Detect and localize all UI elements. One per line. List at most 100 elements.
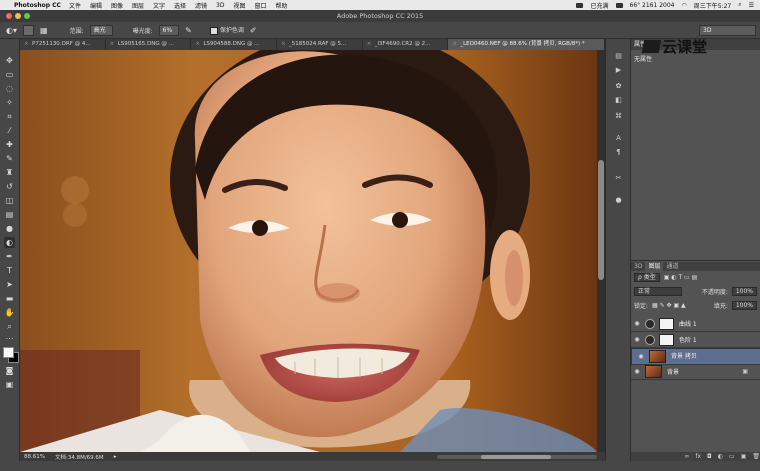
actions-panel-icon[interactable]: ▶ (613, 65, 624, 75)
menu-layer[interactable]: 图层 (132, 1, 144, 10)
link-layers-icon[interactable]: ∞ (684, 453, 689, 460)
notification-icon[interactable]: ☰ (749, 2, 754, 9)
layer-name[interactable]: 背景 (667, 367, 679, 376)
new-layer-icon[interactable]: ▣ (741, 453, 747, 460)
menu-window[interactable]: 窗口 (255, 1, 267, 10)
menu-select[interactable]: 选择 (174, 1, 186, 10)
document-tab[interactable]: LS905165.DNG @ ... (106, 39, 192, 50)
layer-mask-thumbnail[interactable] (659, 317, 674, 330)
eraser-tool-icon[interactable]: ◫ (4, 195, 15, 206)
workspace-select[interactable]: 3D (699, 24, 756, 36)
document-tab[interactable]: _5185024.RAF @ 5... (277, 39, 363, 50)
minimize-window-button[interactable] (15, 13, 21, 19)
tools-preset-icon[interactable]: ✂ (613, 173, 624, 183)
move-tool-icon[interactable]: ✥ (4, 55, 15, 66)
brush-tool-icon[interactable]: ✎ (4, 153, 15, 164)
quick-mask-icon[interactable]: ◙ (4, 365, 15, 376)
close-window-button[interactable] (6, 13, 12, 19)
lasso-tool-icon[interactable]: ◌ (4, 83, 15, 94)
hand-tool-icon[interactable]: ✋ (4, 307, 15, 318)
paragraph-panel-icon[interactable]: ¶ (613, 147, 624, 157)
app-menu[interactable]: Photoshop CC (14, 2, 61, 9)
canvas-horizontal-scrollbar[interactable] (437, 454, 597, 459)
layer-kind-filter[interactable]: ρ 类型 (634, 273, 660, 282)
add-mask-icon[interactable]: ◘ (707, 453, 712, 460)
marquee-tool-icon[interactable]: ▭ (4, 69, 15, 80)
protect-tones-checkbox[interactable] (209, 26, 218, 35)
protect-tones-option[interactable]: 保护色调 (209, 25, 244, 35)
menu-edit[interactable]: 编辑 (90, 1, 102, 10)
healing-brush-tool-icon[interactable]: ✚ (4, 139, 15, 150)
menu-view[interactable]: 视图 (233, 1, 245, 10)
document-canvas[interactable]: ➷ (20, 50, 597, 452)
paths-panel-icon[interactable]: ⌘ (613, 111, 624, 121)
layer-row[interactable]: ◉ 曲线 1 (631, 316, 760, 332)
new-group-icon[interactable]: ▭ (729, 453, 735, 460)
menu-3d[interactable]: 3D (216, 2, 224, 9)
document-tab-active[interactable]: _LEO0460.NEF @ 88.6% (背景 拷贝, RGB/8*) * (448, 39, 606, 50)
status-menu-arrow-icon[interactable]: ▸ (114, 454, 117, 460)
color-panel-icon[interactable]: ● (613, 195, 624, 205)
layer-thumbnail[interactable] (645, 365, 662, 378)
menu-filter[interactable]: 滤镜 (195, 1, 207, 10)
quick-select-tool-icon[interactable]: ✧ (4, 97, 15, 108)
new-adjustment-icon[interactable]: ◐ (718, 453, 723, 460)
exposure-input[interactable]: 6% (158, 24, 180, 36)
layer-mask-thumbnail[interactable] (659, 333, 674, 346)
clone-stamp-tool-icon[interactable]: ♜ (4, 167, 15, 178)
vertical-scroll-thumb[interactable] (598, 160, 604, 280)
layer-style-icon[interactable]: fx (695, 453, 701, 460)
filter-icons[interactable]: ▣ ◐ T ▭ ▤ (664, 274, 698, 281)
visibility-eye-icon[interactable]: ◉ (633, 320, 641, 327)
crop-tool-icon[interactable]: ⌗ (4, 111, 15, 122)
brush-panel-icon[interactable]: ▦ (40, 26, 48, 35)
zoom-window-button[interactable] (24, 13, 30, 19)
clock[interactable]: 周三下午5:27 (694, 1, 731, 10)
layer-name[interactable]: 曲线 1 (679, 319, 697, 328)
pen-tool-icon[interactable]: ✒ (4, 251, 15, 262)
type-tool-icon[interactable]: T (4, 265, 15, 276)
layer-name[interactable]: 背景 拷贝 (671, 352, 697, 361)
canvas-vertical-scrollbar[interactable] (597, 50, 605, 452)
rectangle-tool-icon[interactable]: ▬ (4, 293, 15, 304)
visibility-eye-icon[interactable]: ◉ (633, 368, 641, 375)
layer-row[interactable]: ◉ 色阶 1 (631, 332, 760, 348)
airbrush-icon[interactable]: ✎ (185, 26, 192, 35)
blur-tool-icon[interactable]: ● (4, 223, 15, 234)
layer-name[interactable]: 色阶 1 (679, 335, 697, 344)
battery-icon[interactable] (576, 2, 584, 8)
layer-row-selected[interactable]: ◉ 背景 拷贝 (631, 348, 760, 365)
lock-icons[interactable]: ▦ ✎ ✥ ▣ ▲ (652, 302, 686, 309)
document-tab[interactable]: LS904588.DNG @ ... (191, 39, 278, 50)
display-icon[interactable] (615, 2, 623, 8)
zoom-level[interactable]: 88.61% (24, 454, 45, 460)
fill-input[interactable]: 100% (731, 301, 757, 310)
document-tab[interactable]: P7251130.ORF @ 4... (20, 39, 106, 50)
wifi-icon[interactable]: ◠ (682, 2, 687, 9)
brush-preset-picker[interactable] (23, 24, 34, 36)
search-icon[interactable]: ⌕ (738, 1, 741, 9)
range-select[interactable]: 高光 (89, 24, 113, 36)
brushes-panel-icon[interactable]: ✿ (613, 81, 624, 91)
tab-layers[interactable]: 图层 (645, 262, 664, 271)
layer-row[interactable]: ◉ 背景 ▣ (631, 364, 760, 380)
delete-layer-icon[interactable]: 🗑 (752, 453, 760, 460)
menu-type[interactable]: 文字 (153, 1, 165, 10)
eyedropper-tool-icon[interactable]: ⁄ (4, 125, 15, 136)
adjustments-panel-icon[interactable]: ◧ (613, 95, 624, 105)
gradient-tool-icon[interactable]: ▤ (4, 209, 15, 220)
tab-3d[interactable]: 3D (631, 262, 645, 271)
blend-mode-select[interactable]: 正常 (634, 287, 682, 296)
zoom-tool-icon[interactable]: ⌕ (4, 321, 15, 332)
history-panel-icon[interactable]: ▤ (613, 51, 624, 61)
character-panel-icon[interactable]: A (613, 133, 624, 143)
pressure-size-icon[interactable]: ✐ (250, 26, 257, 35)
menu-file[interactable]: 文件 (69, 1, 81, 10)
dodge-tool-icon[interactable]: ◐▾ (6, 26, 17, 35)
foreground-color-swatch[interactable] (3, 347, 14, 358)
path-select-tool-icon[interactable]: ➤ (4, 279, 15, 290)
screen-mode-icon[interactable]: ▣ (4, 379, 15, 390)
visibility-eye-icon[interactable]: ◉ (637, 352, 645, 361)
dodge-tool-icon-active[interactable]: ◐ (4, 237, 15, 248)
layer-thumbnail[interactable] (649, 350, 666, 363)
